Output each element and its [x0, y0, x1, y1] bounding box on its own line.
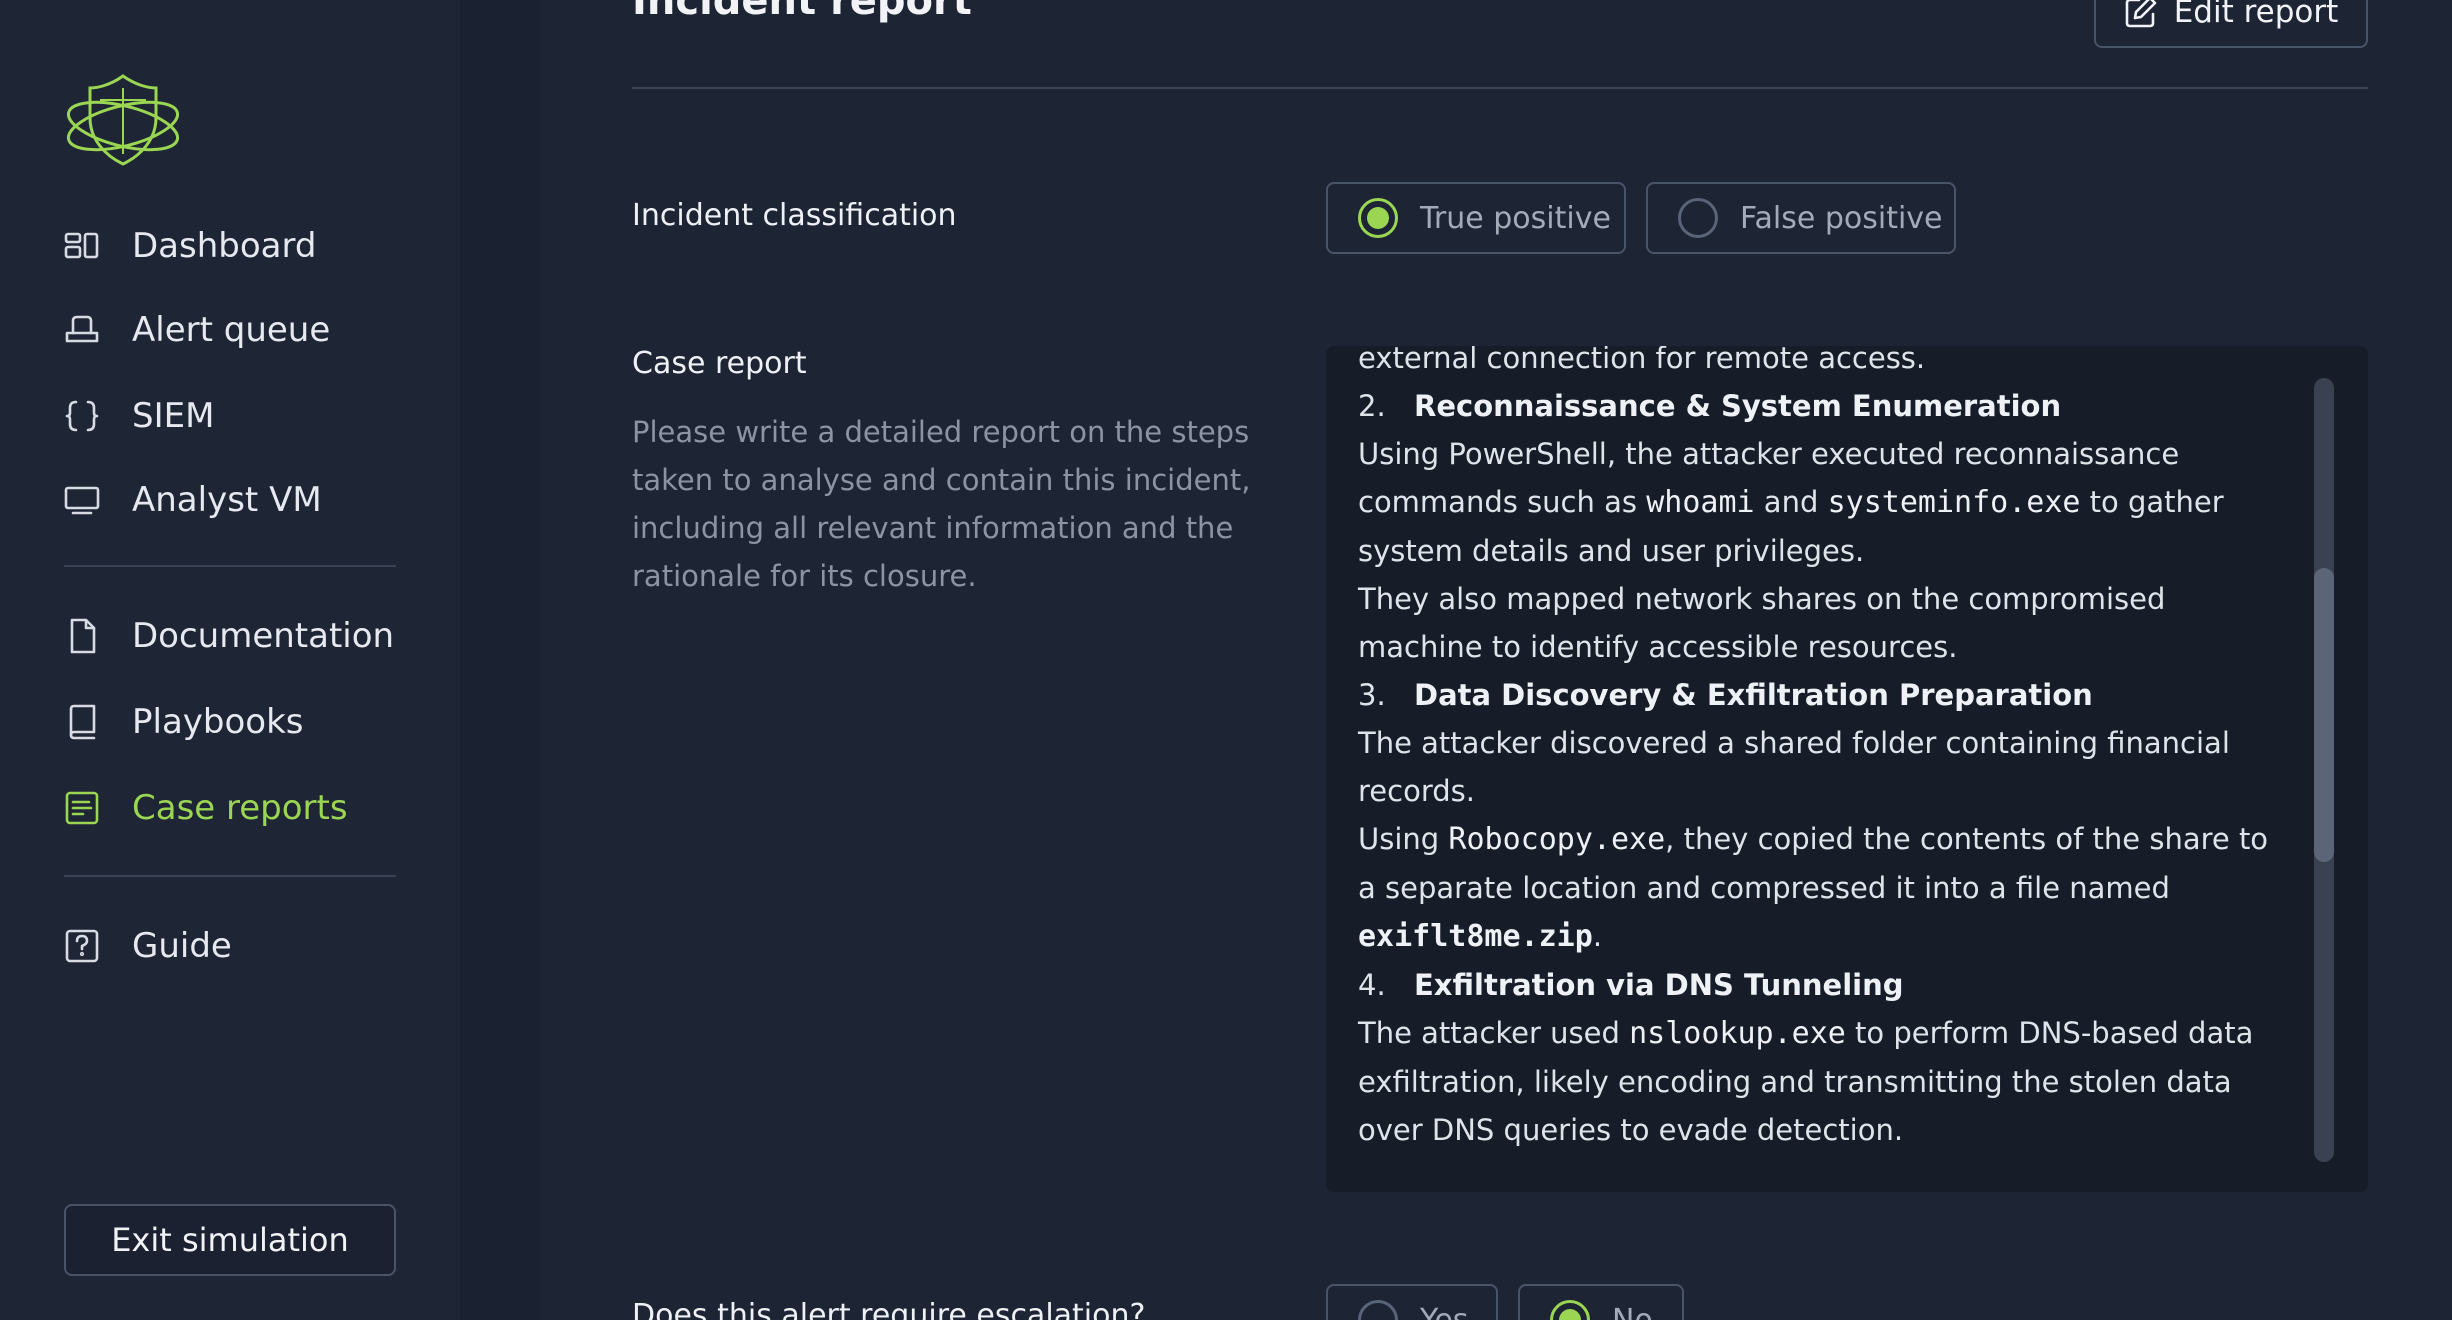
false-positive-option[interactable]: False positive: [1646, 182, 1956, 254]
nav-case-reports-label: Case reports: [132, 788, 348, 828]
escalation-no-option[interactable]: No: [1518, 1284, 1684, 1320]
report-paragraph: They also mapped network shares on the c…: [1358, 582, 2166, 664]
edit-report-label: Edit report: [2173, 0, 2339, 30]
braces-icon: [62, 396, 102, 436]
case-report-content: external connection for remote access. 2…: [1358, 346, 2288, 1154]
true-positive-label: True positive: [1420, 200, 1611, 236]
nav-guide-label: Guide: [132, 926, 232, 966]
section-title: Reconnaissance & System Enumeration: [1414, 389, 2062, 423]
report-line: external connection for remote access.: [1358, 346, 1926, 375]
nav-alert-queue[interactable]: Alert queue: [62, 300, 330, 360]
section-title: Exfiltration via DNS Tunneling: [1414, 968, 1904, 1002]
edit-icon: [2125, 0, 2157, 28]
monitor-icon: [62, 480, 102, 520]
nav-analyst-vm[interactable]: Analyst VM: [62, 470, 322, 530]
case-report-textarea[interactable]: external connection for remote access. 2…: [1326, 346, 2368, 1192]
section-title: Data Discovery & Exfiltration Preparatio…: [1414, 678, 2093, 712]
report-section-heading: 4. Exfiltration via DNS Tunneling: [1358, 961, 2288, 1009]
header-divider: [632, 87, 2368, 89]
exit-simulation-button[interactable]: Exit simulation: [64, 1204, 396, 1276]
nav-siem[interactable]: SIEM: [62, 386, 214, 446]
report-section-heading: 2. Reconnaissance & System Enumeration: [1358, 382, 2288, 430]
edit-report-button[interactable]: Edit report: [2094, 0, 2368, 48]
nav-guide[interactable]: Guide: [62, 916, 232, 976]
nav-case-reports[interactable]: Case reports: [62, 778, 348, 838]
nav-documentation-label: Documentation: [132, 616, 395, 656]
nav-playbooks-label: Playbooks: [132, 702, 304, 742]
radio-selected[interactable]: [1358, 198, 1398, 238]
case-report-label: Case report: [632, 346, 807, 381]
file-icon: [62, 616, 102, 656]
book-icon: [62, 702, 102, 742]
nav-dashboard-label: Dashboard: [132, 226, 317, 266]
nav-analyst-vm-label: Analyst VM: [132, 480, 322, 520]
nav-playbooks[interactable]: Playbooks: [62, 692, 304, 752]
nav-alert-queue-label: Alert queue: [132, 310, 331, 350]
classification-label: Incident classification: [632, 198, 957, 233]
radio-unselected[interactable]: [1678, 198, 1718, 238]
section-number: 4.: [1358, 968, 1386, 1002]
report-scrollbar[interactable]: [2314, 378, 2334, 1162]
sidebar-divider: [64, 565, 396, 567]
true-positive-option[interactable]: True positive: [1326, 182, 1626, 254]
report-paragraph: The attacker discovered a shared folder …: [1358, 726, 2230, 808]
report-paragraph: Using Robocopy.exe, they copied the cont…: [1358, 822, 2269, 954]
report-section-heading: 3. Data Discovery & Exfiltration Prepara…: [1358, 671, 2288, 719]
report-paragraph: The attacker used nslookup.exe to perfor…: [1358, 1016, 2254, 1147]
sidebar: Dashboard Alert queue SIEM Analyst VM Do…: [0, 0, 460, 1320]
case-report-hint: Please write a detailed report on the st…: [632, 415, 1251, 593]
help-icon: [62, 926, 102, 966]
escalation-yes-label: Yes: [1420, 1302, 1469, 1320]
escalation-no-label: No: [1612, 1302, 1653, 1320]
sidebar-gutter: [460, 0, 540, 1320]
report-icon: [62, 788, 102, 828]
nav-dashboard[interactable]: Dashboard: [62, 216, 316, 276]
section-number: 2.: [1358, 389, 1386, 423]
nav-documentation[interactable]: Documentation: [62, 606, 394, 666]
alert-queue-icon: [62, 310, 102, 350]
sidebar-divider: [64, 875, 396, 877]
escalation-label: Does this alert require escalation?: [632, 1298, 1146, 1320]
false-positive-label: False positive: [1740, 200, 1943, 236]
section-number: 3.: [1358, 678, 1386, 712]
logo-shield-icon: [64, 70, 182, 170]
report-scrollbar-thumb[interactable]: [2314, 568, 2334, 862]
nav-siem-label: SIEM: [132, 396, 215, 436]
dashboard-icon: [62, 226, 102, 266]
escalation-yes-option[interactable]: Yes: [1326, 1284, 1498, 1320]
radio-unselected[interactable]: [1358, 1300, 1398, 1320]
report-paragraph: Using PowerShell, the attacker executed …: [1358, 437, 2224, 568]
page-title: Incident report: [632, 0, 972, 24]
radio-selected[interactable]: [1550, 1300, 1590, 1320]
